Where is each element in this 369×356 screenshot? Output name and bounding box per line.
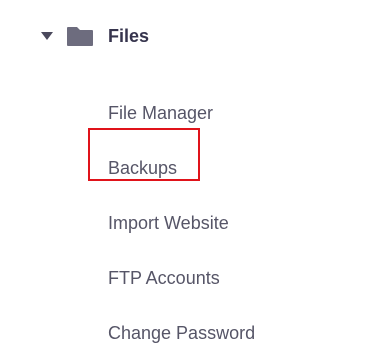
folder-icon: [66, 22, 94, 50]
section-title: Files: [108, 26, 150, 46]
menu-item-label: Import Website: [108, 213, 229, 233]
menu-item-backups[interactable]: Backups: [108, 141, 255, 196]
files-submenu: File Manager Backups Import Website FTP …: [108, 86, 255, 356]
menu-item-file-manager[interactable]: File Manager: [108, 86, 255, 141]
menu-item-label: File Manager: [108, 103, 214, 123]
menu-item-label: Backups: [108, 158, 178, 178]
menu-item-label: FTP Accounts: [108, 268, 220, 288]
caret-down-icon[interactable]: [40, 22, 54, 50]
menu-item-change-password[interactable]: Change Password: [108, 306, 255, 356]
menu-item-ftp-accounts[interactable]: FTP Accounts: [108, 251, 255, 306]
menu-item-import-website[interactable]: Import Website: [108, 196, 255, 251]
menu-item-label: Change Password: [108, 323, 256, 343]
files-sidebar-panel: Files File Manager Backups Import Websit…: [0, 0, 369, 356]
files-section-toggle[interactable]: Files: [40, 22, 149, 50]
